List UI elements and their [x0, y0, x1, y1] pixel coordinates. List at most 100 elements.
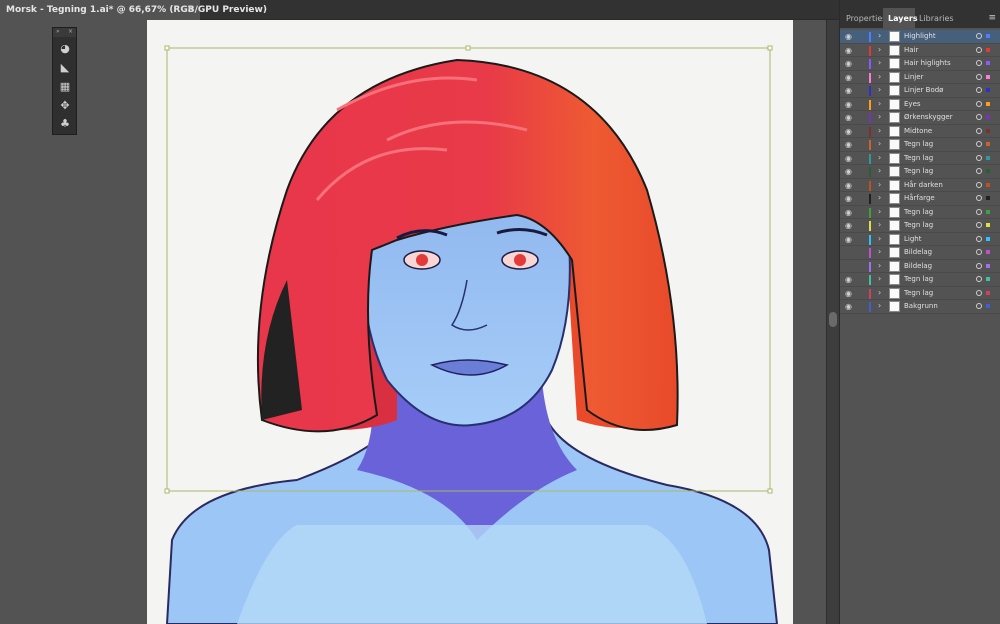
target-circle-icon[interactable]: [976, 235, 982, 242]
layer-row[interactable]: ◉ › Tegn lag: [840, 219, 1000, 233]
eye-icon[interactable]: ◉: [845, 32, 852, 41]
eye-icon[interactable]: ◉: [845, 46, 852, 55]
selection-handle[interactable]: [164, 488, 170, 494]
layer-name[interactable]: Tegn lag: [904, 154, 933, 162]
eye-icon[interactable]: ◉: [845, 181, 852, 190]
layer-name[interactable]: Hair higlights: [904, 59, 951, 67]
layer-name[interactable]: Tegn lag: [904, 275, 933, 283]
chevron-right-icon[interactable]: ›: [878, 126, 881, 135]
layer-name[interactable]: Bildelag: [904, 248, 932, 256]
chevron-right-icon[interactable]: ›: [878, 85, 881, 94]
layer-name[interactable]: Linjer Bodø: [904, 86, 943, 94]
eye-icon[interactable]: ◉: [845, 154, 852, 163]
layer-row[interactable]: ◉ › Hår darken: [840, 179, 1000, 192]
layer-row[interactable]: ◉ › Highlight: [840, 30, 1000, 44]
layer-name[interactable]: Tegn lag: [904, 140, 933, 148]
layer-name[interactable]: Hårfarge: [904, 194, 935, 202]
layer-row[interactable]: ◉ › Tegn lag: [840, 138, 1000, 152]
target-circle-icon[interactable]: [976, 303, 982, 309]
chevron-right-icon[interactable]: ›: [878, 288, 881, 297]
target-circle-icon[interactable]: [976, 249, 982, 255]
eye-icon[interactable]: ◉: [845, 194, 852, 203]
eye-icon[interactable]: ◉: [845, 167, 852, 176]
layer-row[interactable]: › Bildelag: [840, 260, 1000, 273]
target-circle-icon[interactable]: [976, 195, 982, 201]
layer-name[interactable]: Highlight: [904, 32, 936, 40]
chevron-right-icon[interactable]: ›: [878, 180, 881, 189]
tab-properties[interactable]: Properties: [840, 8, 886, 28]
eye-icon[interactable]: ◉: [845, 73, 852, 82]
chevron-right-icon[interactable]: ›: [878, 72, 881, 81]
target-circle-icon[interactable]: [976, 154, 982, 161]
chevron-right-icon[interactable]: ›: [878, 45, 881, 54]
layer-row[interactable]: ◉ › Midtone: [840, 125, 1000, 138]
layer-row[interactable]: ◉ › Ørkenskygger: [840, 111, 1000, 125]
eye-icon[interactable]: ◉: [845, 235, 852, 244]
eye-icon[interactable]: ◉: [845, 275, 852, 284]
target-circle-icon[interactable]: [976, 114, 982, 120]
chevron-right-icon[interactable]: ›: [878, 31, 881, 40]
gradient-icon[interactable]: ◣: [57, 61, 73, 75]
layer-row[interactable]: ◉ › Tegn lag: [840, 206, 1000, 219]
chevron-right-icon[interactable]: ›: [878, 58, 881, 67]
puppet-warp-icon[interactable]: ✥: [57, 99, 73, 113]
layer-name[interactable]: Tegn lag: [904, 208, 933, 216]
layer-row[interactable]: ◉ › Hårfarge: [840, 192, 1000, 206]
layer-name[interactable]: Tegn lag: [904, 167, 933, 175]
eye-icon[interactable]: ◉: [845, 100, 852, 109]
target-circle-icon[interactable]: [976, 73, 982, 80]
palette-icon[interactable]: ◕: [57, 42, 73, 56]
target-circle-icon[interactable]: [976, 276, 982, 282]
chevron-right-icon[interactable]: ›: [878, 274, 881, 283]
tab-libraries[interactable]: Libraries: [916, 8, 956, 28]
layer-name[interactable]: Hair: [904, 46, 918, 54]
eye-icon[interactable]: ◉: [845, 221, 852, 230]
scrollbar-thumb[interactable]: [829, 312, 837, 327]
layer-name[interactable]: Tegn lag: [904, 289, 933, 297]
layer-row[interactable]: › Bildelag: [840, 246, 1000, 260]
target-circle-icon[interactable]: [976, 141, 982, 147]
target-circle-icon[interactable]: [976, 127, 982, 134]
layer-row[interactable]: ◉ › Hair higlights: [840, 57, 1000, 71]
target-circle-icon[interactable]: [976, 46, 982, 53]
layer-name[interactable]: Bildelag: [904, 262, 932, 270]
eye-icon[interactable]: ◉: [845, 113, 852, 122]
chevron-right-icon[interactable]: ›: [878, 166, 881, 175]
target-circle-icon[interactable]: [976, 100, 982, 107]
chevron-right-icon[interactable]: ›: [878, 261, 881, 270]
vertical-scrollbar[interactable]: [826, 20, 839, 624]
layer-row[interactable]: ◉ › Linjer Bodø: [840, 84, 1000, 98]
artboard[interactable]: [147, 20, 793, 624]
eye-icon[interactable]: ◉: [845, 140, 852, 149]
layer-name[interactable]: Light: [904, 235, 921, 243]
close-icon[interactable]: ×: [68, 28, 73, 35]
chevron-right-icon[interactable]: ›: [878, 193, 881, 202]
selection-handle[interactable]: [767, 45, 773, 51]
chevron-right-icon[interactable]: ›: [878, 220, 881, 229]
chevron-right-icon[interactable]: ›: [878, 139, 881, 148]
target-circle-icon[interactable]: [976, 87, 982, 93]
eye-icon[interactable]: ◉: [845, 208, 852, 217]
layer-row[interactable]: ◉ › Tegn lag: [840, 287, 1000, 300]
collapse-icon[interactable]: »: [56, 28, 60, 35]
layer-row[interactable]: ◉ › Tegn lag: [840, 152, 1000, 165]
chevron-right-icon[interactable]: ›: [878, 207, 881, 216]
layer-row[interactable]: ◉ › Linjer: [840, 71, 1000, 84]
eye-icon[interactable]: ◉: [845, 289, 852, 298]
floating-tool-panel[interactable]: » × ◕ ◣ ▦ ✥ ♣: [52, 27, 77, 135]
layer-name[interactable]: Ørkenskygger: [904, 113, 953, 121]
layer-row[interactable]: ◉ › Hair: [840, 44, 1000, 57]
selection-handle[interactable]: [164, 45, 170, 51]
target-circle-icon[interactable]: [976, 181, 982, 188]
eye-icon[interactable]: ◉: [845, 59, 852, 68]
layer-name[interactable]: Hår darken: [904, 181, 943, 189]
layer-row[interactable]: ◉ › Tegn lag: [840, 165, 1000, 179]
selection-handle[interactable]: [465, 45, 471, 51]
document-tab[interactable]: Morsk - Tegning 1.ai* @ 66,67% (RGB/GPU …: [0, 0, 267, 20]
close-icon[interactable]: ×: [186, 4, 194, 14]
layer-name[interactable]: Tegn lag: [904, 221, 933, 229]
eye-icon[interactable]: ◉: [845, 86, 852, 95]
chevron-right-icon[interactable]: ›: [878, 234, 881, 243]
chevron-right-icon[interactable]: ›: [878, 247, 881, 256]
layer-row[interactable]: ◉ › Tegn lag: [840, 273, 1000, 287]
